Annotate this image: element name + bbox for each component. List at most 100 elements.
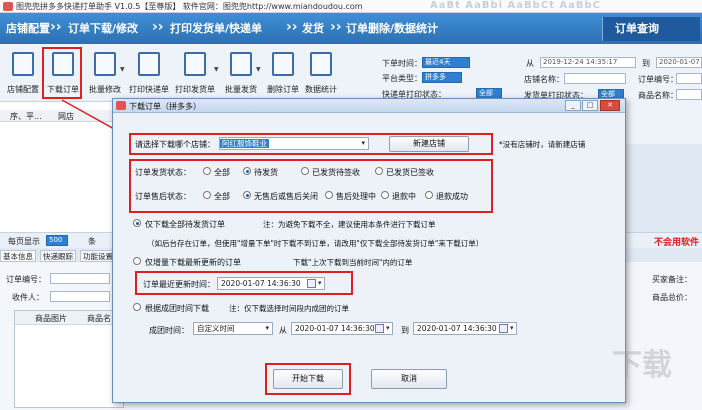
- document-edit-icon: [94, 52, 116, 76]
- flow-step-ship[interactable]: 发货: [302, 20, 324, 38]
- ship-status-label: 订单发货状态：: [135, 168, 191, 177]
- platform-select[interactable]: 拼多多: [422, 72, 462, 83]
- background-watermark: AaBt AaBbi AaBbCt AaBbC: [430, 0, 602, 11]
- download-orders-dialog: 下载订单（拼多多） _ □ ✕ 请选择下载哪个店铺： 阿红服饰鞋业 ▾ 新建店铺…: [112, 98, 626, 403]
- aftersale-radio-refunded[interactable]: [425, 191, 433, 199]
- mode-grouptime-hint: 注：仅下载选择时间段内成团的订单: [229, 304, 349, 313]
- flow-step-print[interactable]: 打印发货单/快递单: [170, 20, 262, 38]
- chevron-down-icon: ▾: [265, 324, 269, 332]
- statistics-button[interactable]: 数据统计: [302, 46, 340, 98]
- group-to-input[interactable]: 2020-01-07 14:36:30: [413, 322, 517, 335]
- group-time-select[interactable]: 自定义时间 ▾: [193, 322, 273, 335]
- subtable-header-image: 商品图片: [35, 314, 67, 323]
- goods-name-input[interactable]: [676, 89, 702, 100]
- group-from-value: 2020-01-07 14:36:30: [295, 324, 375, 333]
- calendar-icon[interactable]: [499, 323, 514, 334]
- sliders-icon: [12, 52, 34, 76]
- print-express-label: 打印快递单: [129, 85, 169, 94]
- page-size-label: 每页显示: [8, 237, 40, 246]
- ship-status-radio-shipped-unsigned[interactable]: [301, 167, 309, 175]
- shop-select-value: 阿红服饰鞋业: [220, 139, 269, 148]
- last-update-label: 订单最近更新时间：: [143, 280, 215, 289]
- tab-basic-info[interactable]: 基本信息: [0, 250, 36, 262]
- flow-arrow-icon: ››: [50, 19, 62, 35]
- aftersale-radio-all[interactable]: [203, 191, 211, 199]
- flow-arrow-icon: ››: [330, 19, 342, 35]
- group-time-select-value: 自定义时间: [197, 324, 235, 333]
- cancel-button[interactable]: 取消: [371, 369, 447, 389]
- dialog-app-icon: [116, 101, 126, 110]
- ship-status-option-all: 全部: [214, 168, 230, 177]
- batch-edit-button[interactable]: 批量修改: [86, 46, 124, 98]
- chevron-down-icon[interactable]: ▼: [256, 66, 261, 73]
- order-time-to-input[interactable]: 2020-01-07 1: [656, 57, 702, 68]
- aftersale-option-none: 无售后或售后关闭: [254, 192, 318, 201]
- aftersale-radio-processing[interactable]: [325, 191, 333, 199]
- chevron-down-icon[interactable]: ▼: [120, 66, 125, 73]
- group-time-label: 成团时间：: [149, 326, 189, 335]
- flow-bar: 店铺配置 ›› 订单下载/修改 ›› 打印发货单/快递单 ›› 发货 ›› 订单…: [0, 13, 702, 44]
- mode-grouptime-radio[interactable]: [133, 303, 141, 311]
- shop-name-input[interactable]: [564, 73, 626, 84]
- print-express-button[interactable]: 打印快递单: [129, 46, 169, 98]
- detail-receiver-input[interactable]: [50, 291, 110, 302]
- flow-step-order-download[interactable]: 订单下载/修改: [68, 20, 138, 38]
- flow-step-delete-stats[interactable]: 订单删除/数据统计: [346, 20, 438, 38]
- grid-header-col[interactable]: 序、平...: [10, 111, 42, 122]
- page-size-unit: 条: [88, 237, 96, 246]
- chevron-down-icon[interactable]: ▼: [214, 66, 219, 73]
- shop-select[interactable]: 阿红服饰鞋业 ▾: [219, 137, 369, 150]
- mode-incremental-hint: 下载"上次下载到当前时间"内的订单: [293, 258, 413, 267]
- flow-arrow-icon: ››: [286, 19, 298, 35]
- ship-status-option-pending: 待发货: [254, 168, 278, 177]
- chart-icon: [310, 52, 332, 76]
- aftersale-radio-refunding[interactable]: [381, 191, 389, 199]
- delete-orders-button[interactable]: 删除订单: [264, 46, 302, 98]
- group-from-label: 从: [279, 326, 287, 335]
- ship-status-radio-shipped-signed[interactable]: [375, 167, 383, 175]
- box-icon: [230, 52, 252, 76]
- ship-status-radio-pending[interactable]: [243, 167, 251, 175]
- help-notice[interactable]: 不会用软件: [654, 235, 699, 248]
- print-ship-button[interactable]: 打印发货单: [175, 46, 215, 98]
- shop-config-button[interactable]: 店铺配置: [4, 46, 42, 98]
- dialog-titlebar: 下载订单（拼多多） _ □ ✕: [113, 99, 625, 113]
- order-no-input[interactable]: [676, 73, 702, 84]
- printer-icon: [138, 52, 160, 76]
- from-label: 从: [526, 59, 534, 68]
- to-label: 到: [642, 59, 650, 68]
- new-shop-button[interactable]: 新建店铺: [389, 136, 469, 152]
- batch-ship-button[interactable]: 批量发货: [222, 46, 260, 98]
- detail-order-no-label: 订单编号：: [6, 275, 46, 284]
- delete-icon: [272, 52, 294, 76]
- calendar-icon[interactable]: [375, 323, 390, 334]
- mode-pending-radio[interactable]: [133, 219, 141, 227]
- order-time-select[interactable]: 最近4天: [422, 57, 470, 68]
- tab-settings[interactable]: 功能设置: [80, 250, 116, 262]
- aftersale-option-refunded: 退款成功: [436, 192, 468, 201]
- close-icon[interactable]: ✕: [600, 100, 620, 111]
- aftersale-option-refunding: 退款中: [392, 192, 416, 201]
- page-size-select[interactable]: 500: [46, 235, 68, 246]
- detail-order-no-input[interactable]: [50, 273, 110, 284]
- shop-name-label: 店铺名称：: [524, 75, 564, 84]
- calendar-icon[interactable]: [307, 278, 322, 289]
- flow-step-shop-config[interactable]: 店铺配置: [6, 20, 50, 38]
- mode-incremental-radio[interactable]: [133, 257, 141, 265]
- aftersale-radio-none[interactable]: [243, 191, 251, 199]
- goods-total-label: 商品总价：: [652, 293, 692, 302]
- order-time-from-input[interactable]: 2019-12-24 14:35:17: [540, 57, 636, 68]
- ship-status-option-shipped-unsigned: 已发货待签收: [312, 168, 360, 177]
- dialog-title: 下载订单（拼多多）: [129, 102, 201, 111]
- maximize-icon[interactable]: □: [582, 100, 598, 111]
- ship-status-radio-all[interactable]: [203, 167, 211, 175]
- window-titlebar: 图兜兜拼多多快递打单助手 V1.0.5【至尊版】 软件官网：图兜兜http://…: [0, 0, 702, 13]
- last-update-input[interactable]: 2020-01-07 14:36:30: [217, 277, 325, 290]
- group-from-input[interactable]: 2020-01-07 14:36:30: [291, 322, 393, 335]
- minimize-icon[interactable]: _: [565, 100, 581, 111]
- chevron-down-icon: ▾: [361, 139, 365, 147]
- tab-tracking[interactable]: 快递跟踪: [40, 250, 76, 262]
- order-query-tab[interactable]: 订单查询: [602, 17, 700, 41]
- buyer-note-label: 买家备注：: [652, 275, 692, 284]
- start-download-button[interactable]: 开始下载: [273, 369, 343, 389]
